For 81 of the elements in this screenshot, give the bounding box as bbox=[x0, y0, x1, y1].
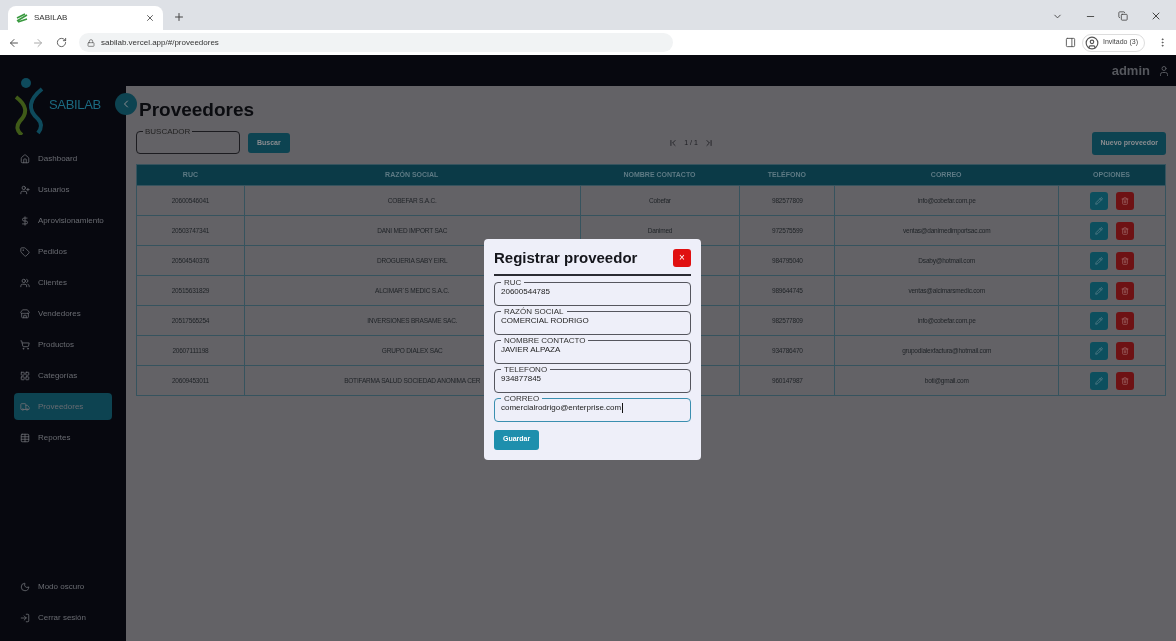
forward-icon[interactable] bbox=[32, 36, 44, 49]
logo-text: SABILAB bbox=[49, 96, 101, 115]
delete-button[interactable] bbox=[1116, 281, 1135, 300]
sidebar-item[interactable]: Aprovisionamiento bbox=[14, 207, 112, 234]
page-title: Proveedores bbox=[139, 98, 255, 122]
table-icon bbox=[20, 432, 30, 443]
last-page-icon[interactable] bbox=[703, 138, 714, 148]
delete-button[interactable] bbox=[1116, 311, 1135, 330]
sidebar-item[interactable]: Clientes bbox=[14, 269, 112, 296]
moon-icon bbox=[20, 581, 30, 592]
delete-button[interactable] bbox=[1116, 251, 1135, 270]
grid-icon bbox=[20, 370, 30, 381]
home-icon bbox=[20, 153, 30, 164]
dollar-icon bbox=[20, 215, 30, 226]
app-favicon-icon bbox=[16, 13, 28, 23]
tab-title: SABILAB bbox=[34, 12, 69, 24]
browser-tab[interactable]: SABILAB bbox=[8, 6, 163, 30]
sidebar-item[interactable]: Productos bbox=[14, 331, 112, 358]
users-icon bbox=[20, 277, 30, 288]
trash-icon bbox=[1121, 256, 1130, 265]
sidebar-item[interactable]: Proveedores bbox=[14, 393, 112, 420]
edit-button[interactable] bbox=[1090, 251, 1109, 270]
input-field[interactable]: RUC 20600544785 bbox=[494, 278, 691, 306]
pencil-icon bbox=[1095, 286, 1104, 295]
sidebar-item[interactable]: Usuarios bbox=[14, 176, 112, 203]
pencil-icon bbox=[1095, 226, 1104, 235]
edit-button[interactable] bbox=[1090, 371, 1109, 390]
trash-icon bbox=[1121, 376, 1130, 385]
collapse-button[interactable] bbox=[115, 93, 137, 115]
search-field[interactable]: BUSCADOR bbox=[136, 127, 240, 154]
trash-icon bbox=[1121, 196, 1130, 205]
trash-icon bbox=[1121, 286, 1130, 295]
delete-button[interactable] bbox=[1116, 221, 1135, 240]
edit-button[interactable] bbox=[1090, 221, 1109, 240]
sidebar-item[interactable]: Pedidos bbox=[14, 238, 112, 265]
user-icon bbox=[1084, 35, 1099, 50]
reload-icon[interactable] bbox=[56, 37, 67, 48]
pencil-icon bbox=[1095, 376, 1104, 385]
store-icon bbox=[20, 308, 30, 319]
edit-button[interactable] bbox=[1090, 281, 1109, 300]
sidebar-item[interactable]: Reportes bbox=[14, 424, 112, 451]
side-panel-icon[interactable] bbox=[1064, 37, 1076, 48]
tag-icon bbox=[20, 246, 30, 257]
trash-icon bbox=[1121, 316, 1130, 325]
pencil-icon bbox=[1095, 256, 1104, 265]
add-user-icon bbox=[20, 184, 30, 195]
trash-icon bbox=[1121, 226, 1130, 235]
close-icon[interactable] bbox=[1150, 10, 1162, 22]
back-icon[interactable] bbox=[8, 36, 20, 49]
edit-button[interactable] bbox=[1090, 341, 1109, 360]
restore-icon[interactable] bbox=[1118, 11, 1128, 21]
input-field[interactable]: CORREO comercialrodrigo@enterprise.com bbox=[494, 394, 691, 422]
new-tab-icon[interactable] bbox=[173, 11, 185, 23]
logout-icon bbox=[20, 612, 30, 623]
cart-icon bbox=[20, 339, 30, 350]
truck-icon bbox=[20, 401, 30, 412]
pencil-icon bbox=[1095, 316, 1104, 325]
user-icon[interactable] bbox=[1158, 64, 1170, 77]
pencil-icon bbox=[1095, 196, 1104, 205]
edit-button[interactable] bbox=[1090, 311, 1109, 330]
address-bar[interactable]: sabilab.vercel.app/#/proveedores bbox=[79, 33, 673, 52]
sidebar-item[interactable]: Vendedores bbox=[14, 300, 112, 327]
input-field[interactable]: RAZÓN SOCIAL COMERCIAL RODRIGO bbox=[494, 307, 691, 335]
sidebar-item[interactable]: Modo oscuro bbox=[14, 573, 112, 600]
lock-icon bbox=[87, 38, 95, 47]
edit-button[interactable] bbox=[1090, 191, 1109, 210]
delete-button[interactable] bbox=[1116, 371, 1135, 390]
delete-button[interactable] bbox=[1116, 341, 1135, 360]
trash-icon bbox=[1121, 346, 1130, 355]
close-icon[interactable] bbox=[145, 13, 155, 23]
user-name: admin bbox=[1111, 61, 1150, 80]
input-field[interactable]: TELEFONO 934877845 bbox=[494, 365, 691, 393]
sidebar-item[interactable]: Dashboard bbox=[14, 145, 112, 172]
sidebar-item[interactable]: Cerrar sesión bbox=[14, 604, 112, 631]
first-page-icon[interactable] bbox=[668, 138, 679, 148]
pencil-icon bbox=[1095, 346, 1104, 355]
close-button[interactable]: × bbox=[673, 249, 691, 268]
delete-button[interactable] bbox=[1116, 191, 1135, 210]
url-text: sabilab.vercel.app/#/proveedores bbox=[101, 36, 219, 49]
input-field[interactable]: NOMBRE CONTACTO JAVIER ALPAZA bbox=[494, 336, 691, 364]
sidebar-item[interactable]: Categorías bbox=[14, 362, 112, 389]
